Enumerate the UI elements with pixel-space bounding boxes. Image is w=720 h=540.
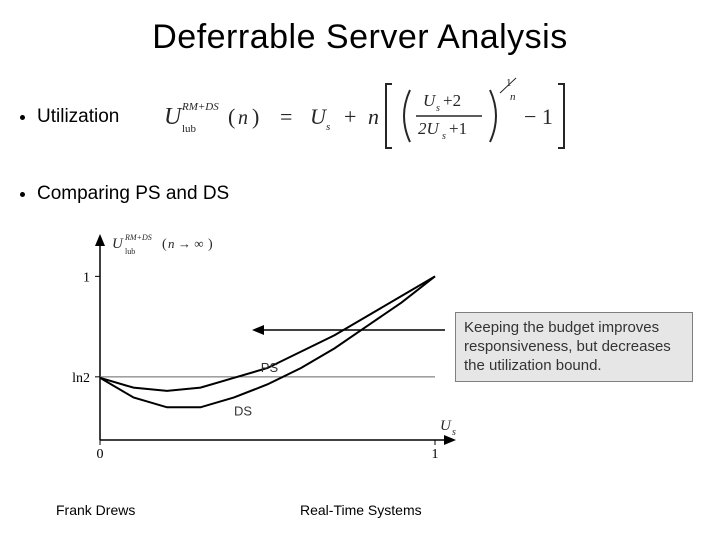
bullet-dot-icon xyxy=(20,115,25,120)
f-lhs-n: n xyxy=(238,107,248,129)
f-minus1: − 1 xyxy=(524,104,553,129)
series-ds-label: DS xyxy=(234,403,252,418)
bullet-dot-icon xyxy=(20,192,25,197)
svg-text:(: ( xyxy=(162,237,167,252)
footer-author: Frank Drews xyxy=(56,502,135,518)
svg-text:): ) xyxy=(208,237,213,252)
x-tick-label: 1 xyxy=(432,447,439,460)
f-lhs-U: U xyxy=(164,104,183,130)
f-num-sub: s xyxy=(436,103,440,114)
footer-course: Real-Time Systems xyxy=(300,502,422,518)
svg-text:n: n xyxy=(168,236,175,251)
f-num-U: U xyxy=(423,91,437,110)
f-lhs-sup: RM+DS xyxy=(181,101,219,113)
svg-text:s: s xyxy=(452,427,456,438)
f-den-sub: s xyxy=(442,131,446,142)
svg-text:→ ∞: → ∞ xyxy=(178,236,204,251)
y-tick-label: ln2 xyxy=(72,371,90,386)
y-tick-label: 1 xyxy=(83,270,90,285)
f-rparen-icon xyxy=(490,90,496,142)
f-plus1: + xyxy=(344,104,356,129)
series-ds-line xyxy=(100,276,435,407)
f-lbracket-icon xyxy=(386,84,392,148)
utilization-formula: U RM+DS lub ( n ) = U s + n U s +2 xyxy=(160,76,620,156)
f-exp-bot: n xyxy=(510,91,516,103)
svg-text:U: U xyxy=(440,418,452,434)
callout-note: Keeping the budget improves responsivene… xyxy=(455,312,693,382)
bullet-utilization: Utilization xyxy=(20,106,119,128)
svg-text:U: U xyxy=(112,236,124,252)
f-Us-sub: s xyxy=(326,121,330,133)
f-lparen-icon xyxy=(404,90,410,142)
slide-title: Deferrable Server Analysis xyxy=(0,18,720,57)
f-rbracket-icon xyxy=(558,84,564,148)
f-den-2U: 2U xyxy=(418,119,441,138)
f-num-tail: +2 xyxy=(443,91,461,110)
y-axis-arrow-icon xyxy=(95,234,105,246)
f-den-tail: +1 xyxy=(449,119,467,138)
x-tick-label: 0 xyxy=(97,447,104,460)
f-n: n xyxy=(368,104,379,129)
f-lhs-rparen: ) xyxy=(252,104,259,129)
bullet-utilization-label: Utilization xyxy=(37,106,119,128)
y-axis-label: U RM+DS lub ( n → ∞ ) xyxy=(112,233,213,256)
callout-arrow-head-icon xyxy=(252,325,264,335)
f-lhs-sub: lub xyxy=(182,123,197,135)
bullet-comparing-label: Comparing PS and DS xyxy=(37,183,229,205)
x-axis-label: U s xyxy=(440,418,456,438)
svg-text:RM+DS: RM+DS xyxy=(124,233,152,242)
series-ps-label: PS xyxy=(261,360,279,375)
svg-text:lub: lub xyxy=(125,247,135,256)
bullet-comparing: Comparing PS and DS xyxy=(20,183,229,205)
f-eq: = xyxy=(280,104,292,129)
f-lhs-lparen: ( xyxy=(228,104,235,129)
